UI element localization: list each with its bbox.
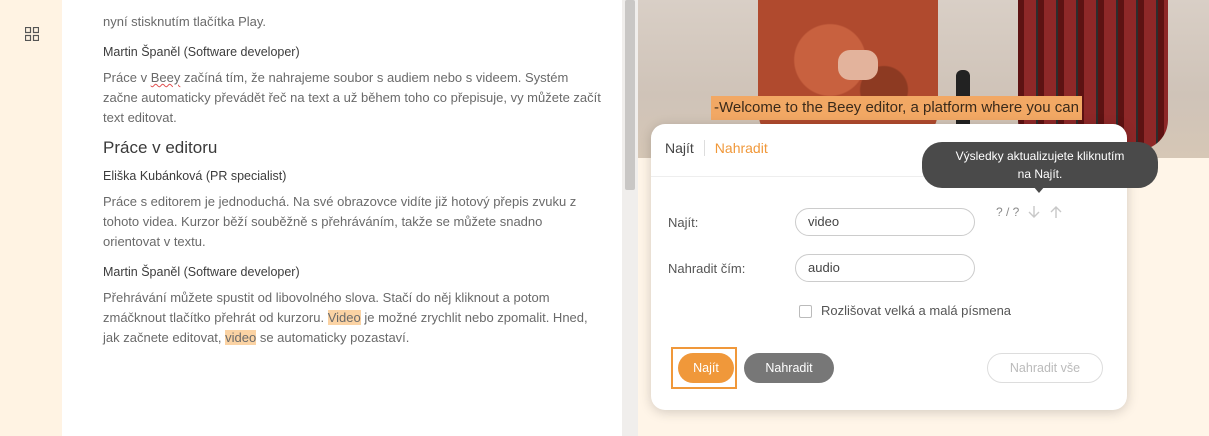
find-label: Najít: bbox=[668, 215, 699, 230]
misspelled-word[interactable]: Beey bbox=[151, 70, 181, 85]
find-input[interactable]: video bbox=[795, 208, 975, 236]
text-segment: Práce v bbox=[103, 70, 151, 85]
transcript-panel[interactable]: nyní stisknutím tlačítka Play. Martin Šp… bbox=[62, 0, 622, 436]
arrow-down-icon[interactable] bbox=[1027, 205, 1041, 219]
match-counter: ? / ? bbox=[996, 205, 1063, 219]
case-sensitive-label[interactable]: Rozlišovat velká a malá písmena bbox=[821, 303, 1011, 318]
speaker-label[interactable]: Eliška Kubánková (PR specialist) bbox=[103, 166, 603, 186]
search-match[interactable]: Video bbox=[327, 310, 361, 325]
transcript-paragraph[interactable]: Práce v Beey začíná tím, že nahrajeme so… bbox=[103, 68, 603, 128]
replace-button[interactable]: Nahradit bbox=[744, 353, 834, 383]
tab-divider bbox=[703, 140, 705, 156]
counter-text: ? / ? bbox=[996, 205, 1020, 219]
video-caption: -Welcome to the Beey editor, a platform … bbox=[711, 96, 1082, 120]
left-rail bbox=[0, 0, 62, 436]
case-sensitive-checkbox[interactable] bbox=[799, 305, 812, 318]
replace-all-button[interactable]: Nahradit vše bbox=[987, 353, 1103, 383]
section-heading[interactable]: Práce v editoru bbox=[103, 138, 603, 158]
replace-label: Nahradit čím: bbox=[668, 261, 746, 276]
transcript-paragraph[interactable]: Přehrávání můžete spustit od libovolného… bbox=[103, 288, 603, 348]
find-tooltip: Výsledky aktualizujete kliknutím na Nají… bbox=[922, 142, 1158, 188]
scrollbar-thumb[interactable] bbox=[625, 0, 635, 190]
tab-find[interactable]: Najít bbox=[665, 140, 694, 156]
arrow-up-icon[interactable] bbox=[1049, 205, 1063, 219]
transcript-paragraph[interactable]: Práce s editorem je jednoduchá. Na své o… bbox=[103, 192, 603, 252]
speaker-label[interactable]: Martin Španěl (Software developer) bbox=[103, 42, 603, 62]
transcript-paragraph[interactable]: nyní stisknutím tlačítka Play. bbox=[103, 12, 603, 32]
tooltip-line: na Najít. bbox=[1017, 167, 1063, 181]
video-hand bbox=[838, 50, 878, 80]
find-button[interactable]: Najít bbox=[678, 353, 734, 383]
search-match[interactable]: video bbox=[225, 330, 257, 345]
tooltip-pointer bbox=[1033, 186, 1045, 193]
tab-replace[interactable]: Nahradit bbox=[715, 140, 768, 156]
text-segment: se automaticky pozastaví. bbox=[256, 330, 410, 345]
speaker-label[interactable]: Martin Španěl (Software developer) bbox=[103, 262, 603, 282]
tooltip-line: Výsledky aktualizujete kliknutím bbox=[955, 149, 1125, 163]
grid-icon[interactable] bbox=[25, 27, 39, 41]
dialog-tabs: Najít Nahradit bbox=[665, 140, 768, 156]
replace-input[interactable]: audio bbox=[795, 254, 975, 282]
